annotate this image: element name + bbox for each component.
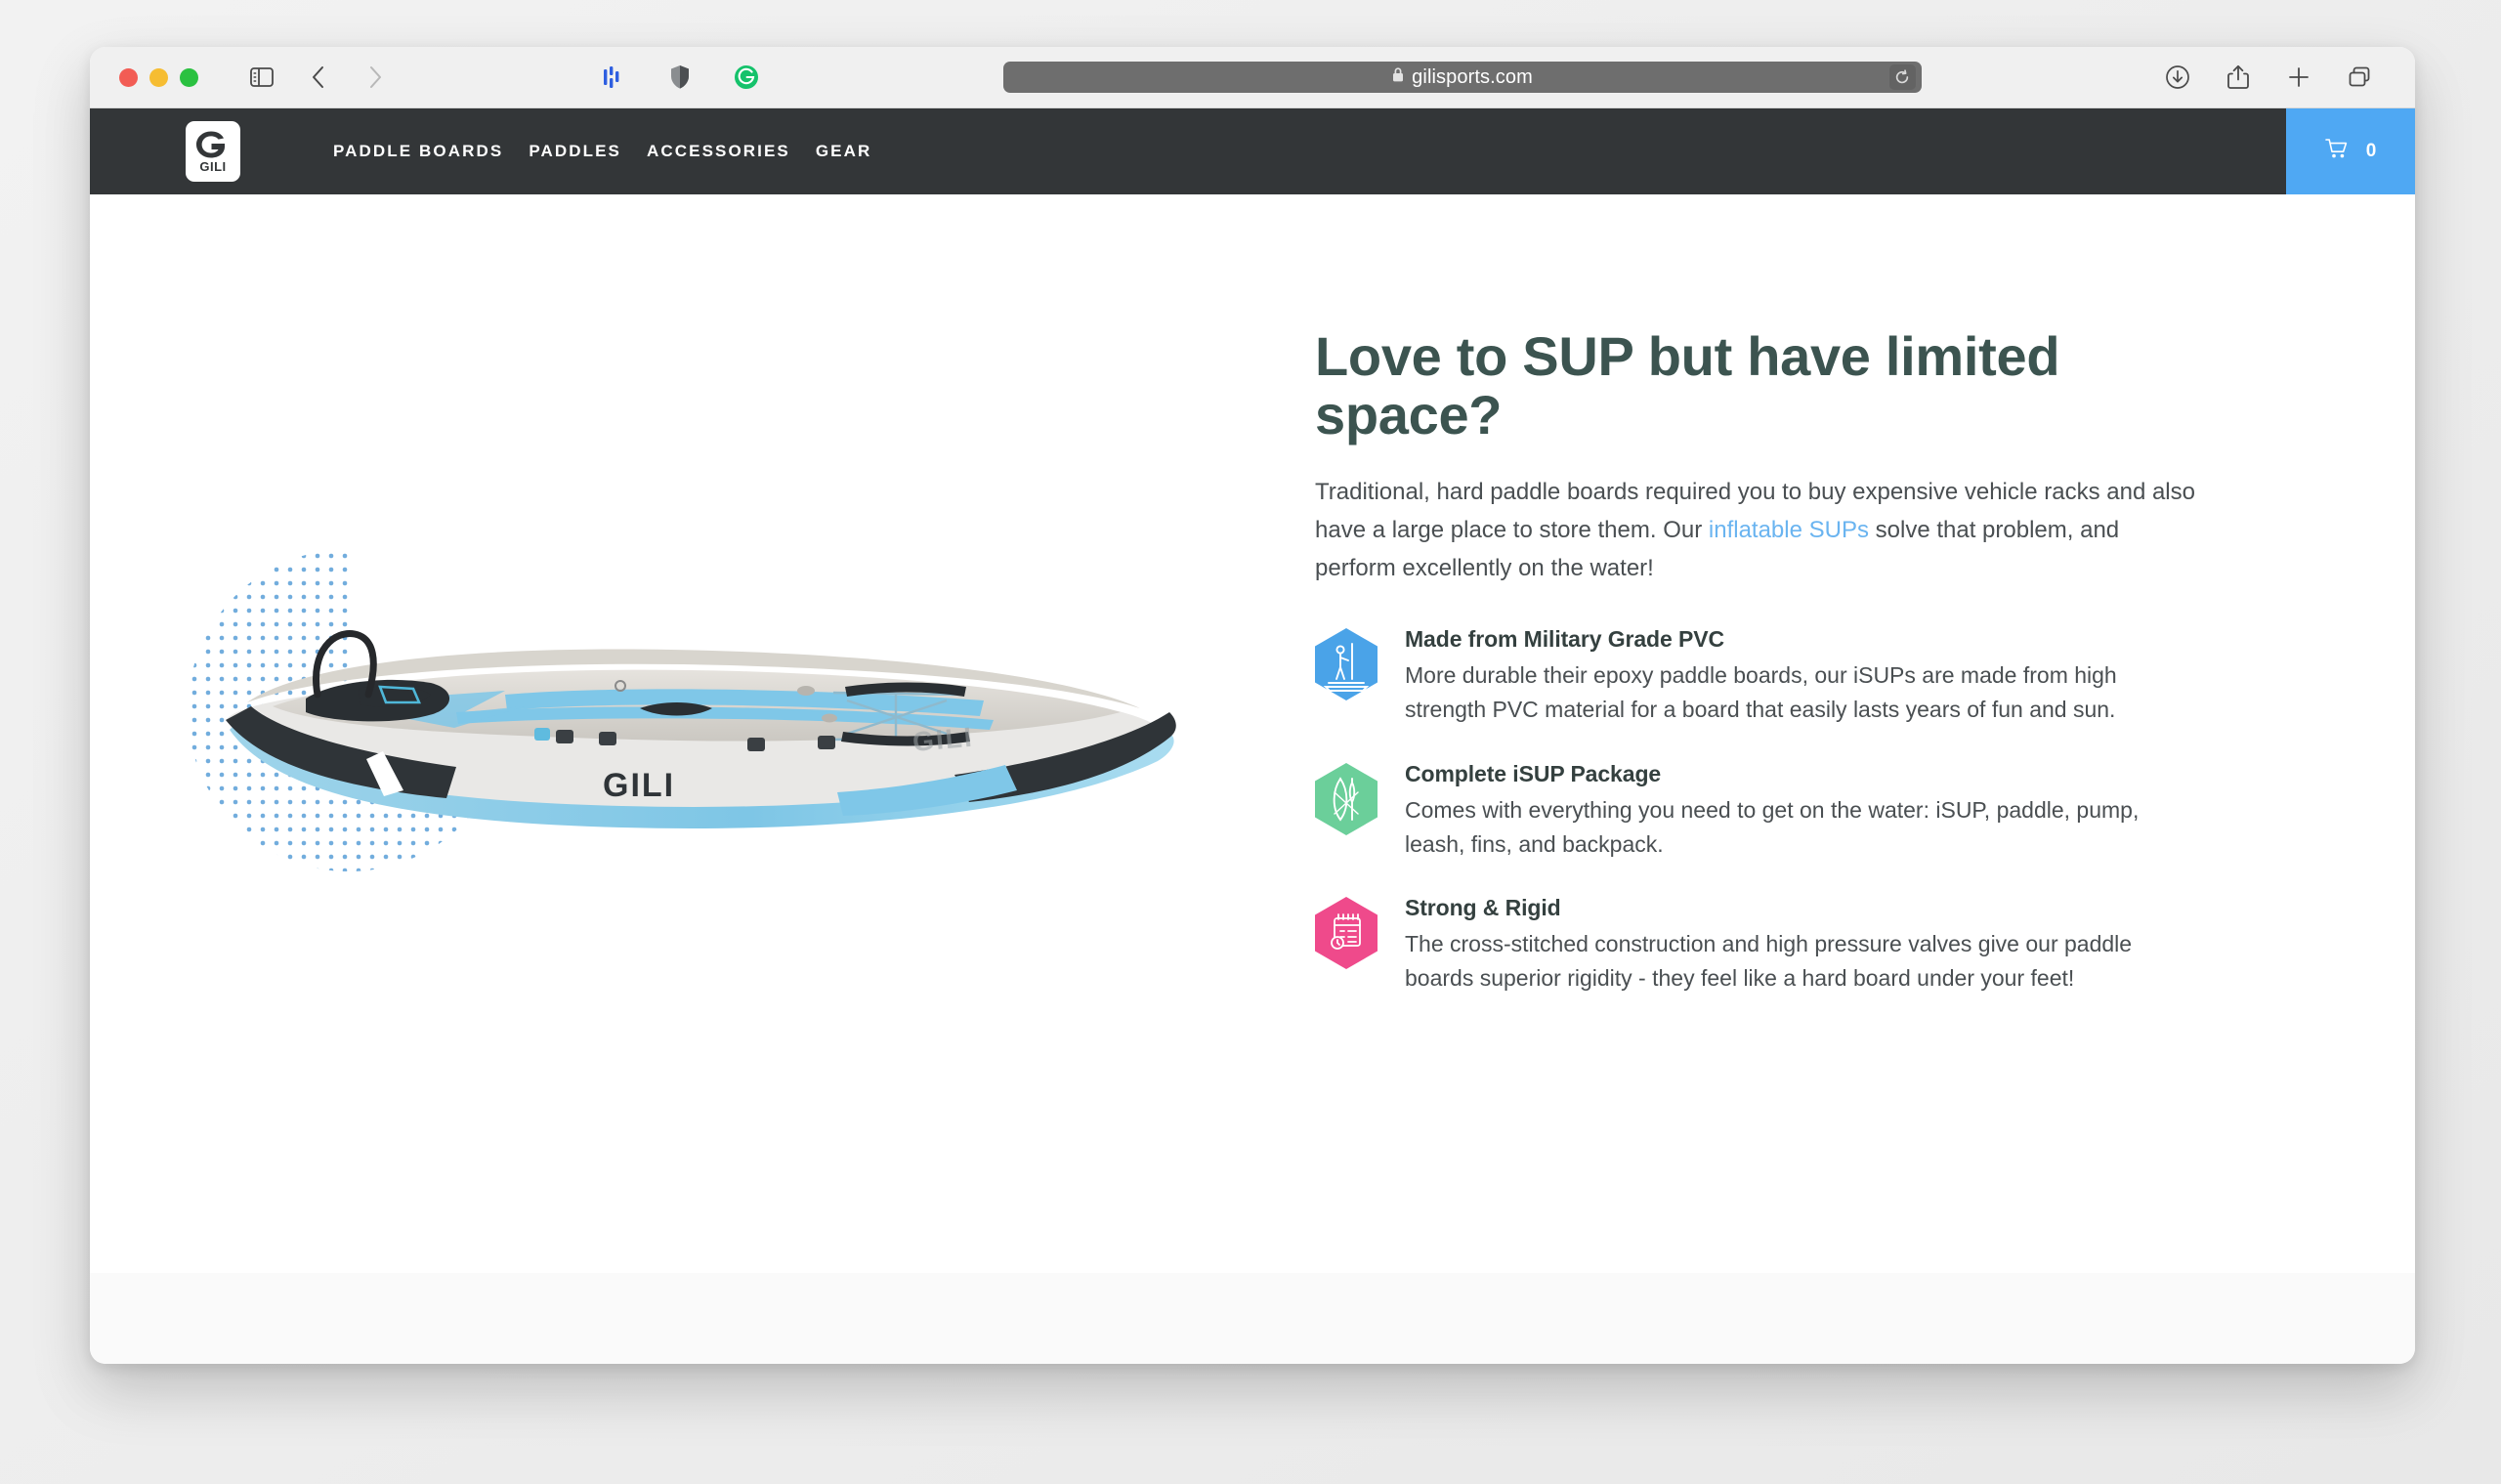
browser-toolbar: gilisports.com [90,47,2415,108]
honey-extension-icon[interactable] [597,61,630,94]
url-text: gilisports.com [1412,66,1533,89]
toolbar-navigation-group [245,61,392,94]
page-title: Love to SUP but have limited space? [1315,327,2087,445]
board-brand-text: GILI [603,767,675,804]
inflatable-sups-link[interactable]: inflatable SUPs [1709,517,1869,543]
lock-icon [1391,66,1405,88]
feature-title: Complete iSUP Package [1405,761,2196,787]
site-header: GILI PADDLE BOARDS PADDLES ACCESSORIES G… [90,108,2415,194]
nav-item-gear[interactable]: GEAR [816,142,872,161]
sidebar-toggle-button[interactable] [245,61,278,94]
calendar-clock-icon [1315,897,1378,969]
cart-button[interactable]: 0 [2286,108,2415,194]
reload-button[interactable] [1889,64,1916,90]
feature-description: The cross-stitched construction and high… [1405,927,2196,996]
feature-title: Strong & Rigid [1405,895,2196,921]
share-icon[interactable] [2222,61,2255,94]
tab-overview-icon[interactable] [2343,61,2376,94]
cart-item-count: 0 [2366,141,2377,162]
paddle-board-product-image: GILI GILI [212,605,1189,859]
feature-description: More durable their epoxy paddle boards, … [1405,658,2196,727]
paddle-board-package-icon [1315,763,1378,835]
nav-item-paddles[interactable]: PADDLES [529,142,621,161]
paddleboarder-icon [1315,628,1378,700]
hero-paragraph: Traditional, hard paddle boards required… [1315,473,2204,587]
feature-description: Comes with everything you need to get on… [1405,793,2196,862]
browser-extensions-group [597,61,763,94]
forward-button[interactable] [359,61,392,94]
logo-wordmark: GILI [199,160,226,173]
shopping-cart-icon [2325,138,2349,165]
browser-window: gilisports.com [90,47,2415,1364]
maximize-window-button[interactable] [180,68,198,87]
feature-item: Made from Military Grade PVC More durabl… [1315,624,2253,727]
grammarly-extension-icon[interactable] [730,61,763,94]
address-bar[interactable]: gilisports.com [1003,62,1922,93]
page-content: GILI GILI Love to SUP but have limited s… [90,194,2415,1273]
nav-item-paddle-boards[interactable]: PADDLE BOARDS [333,142,503,161]
toolbar-actions-group [2161,61,2376,94]
minimize-window-button[interactable] [149,68,168,87]
address-bar-container: gilisports.com [763,62,2161,93]
svg-text:GILI: GILI [911,722,975,757]
shield-privacy-icon[interactable] [663,61,697,94]
close-window-button[interactable] [119,68,138,87]
hero-text-column: Love to SUP but have limited space? Trad… [1301,194,2253,1273]
page-footer-strip [90,1273,2415,1364]
back-button[interactable] [302,61,335,94]
window-controls [119,68,198,87]
feature-title: Made from Military Grade PVC [1405,626,2196,653]
main-navigation: PADDLE BOARDS PADDLES ACCESSORIES GEAR [333,142,871,161]
gili-g-mark-icon [193,130,233,159]
feature-item: Complete iSUP Package Comes with everyth… [1315,759,2253,862]
new-tab-icon[interactable] [2282,61,2315,94]
hero-visual-column: GILI GILI [90,194,1301,1273]
feature-item: Strong & Rigid The cross-stitched constr… [1315,893,2253,996]
site-logo[interactable]: GILI [186,121,240,182]
nav-item-accessories[interactable]: ACCESSORIES [647,142,790,161]
downloads-icon[interactable] [2161,61,2194,94]
